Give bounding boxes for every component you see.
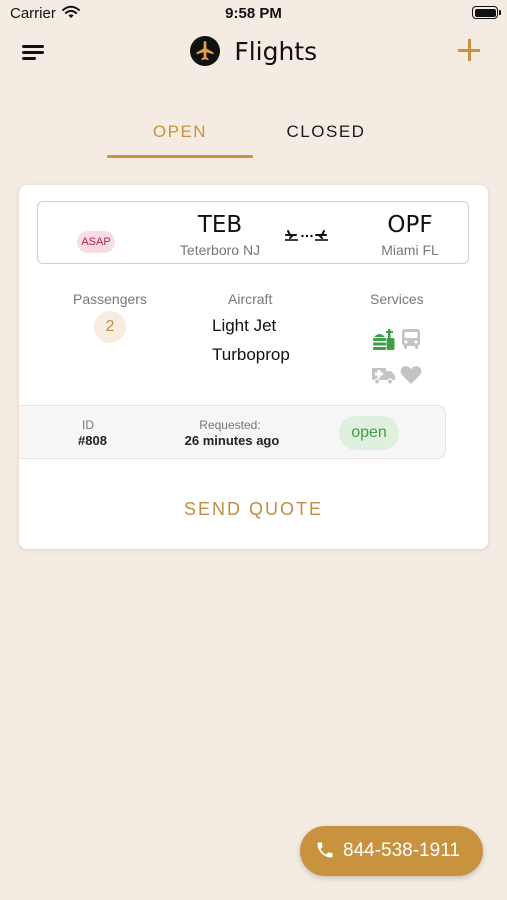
requested-label: Requested: xyxy=(199,418,261,432)
asap-badge: ASAP xyxy=(77,231,115,253)
flight-request-card[interactable]: ASAP TEB Teterboro NJ OPF Miami FL Passe… xyxy=(19,185,488,549)
origin-code: TEB xyxy=(197,212,243,238)
requested-time: 26 minutes ago xyxy=(184,433,280,448)
heart-icon xyxy=(400,365,422,390)
services-label: Services xyxy=(370,291,424,307)
active-tab-indicator xyxy=(107,155,253,158)
aircraft-type: Turboprop xyxy=(212,345,290,364)
page-title: Flights xyxy=(234,36,318,66)
request-info-bar: ID #808 Requested: 26 minutes ago open xyxy=(19,405,446,459)
nav-title-group: Flights xyxy=(0,36,507,66)
status-bar: Carrier 9:58 PM xyxy=(0,0,507,28)
clock: 9:58 PM xyxy=(225,5,282,22)
call-button[interactable]: 844-538-1911 xyxy=(300,826,483,876)
tab-open[interactable]: OPEN xyxy=(107,122,253,142)
id-label: ID xyxy=(82,418,94,432)
aircraft-type: Light Jet xyxy=(212,316,277,335)
phone-icon xyxy=(315,840,335,865)
send-quote-button[interactable]: SEND QUOTE xyxy=(19,499,488,520)
catering-icon xyxy=(372,327,396,356)
battery-icon xyxy=(472,6,501,19)
tab-closed[interactable]: CLOSED xyxy=(253,122,399,142)
passengers-label: Passengers xyxy=(73,291,147,307)
flight-route-icon xyxy=(284,224,330,242)
route-box: ASAP TEB Teterboro NJ OPF Miami FL xyxy=(37,201,469,264)
request-id: #808 xyxy=(78,433,107,448)
aircraft-label: Aircraft xyxy=(228,291,273,307)
phone-number: 844-538-1911 xyxy=(343,840,460,861)
destination-code: OPF xyxy=(387,212,433,238)
nav-bar: Flights xyxy=(0,30,507,74)
origin-city: Teterboro NJ xyxy=(179,242,261,258)
ambulance-icon xyxy=(371,365,396,390)
destination-city: Miami FL xyxy=(381,242,439,258)
bus-icon xyxy=(400,327,422,356)
passenger-count-badge: 2 xyxy=(94,311,126,343)
status-badge: open xyxy=(339,416,399,450)
plus-icon[interactable] xyxy=(456,36,482,64)
plane-logo-icon xyxy=(189,36,220,66)
